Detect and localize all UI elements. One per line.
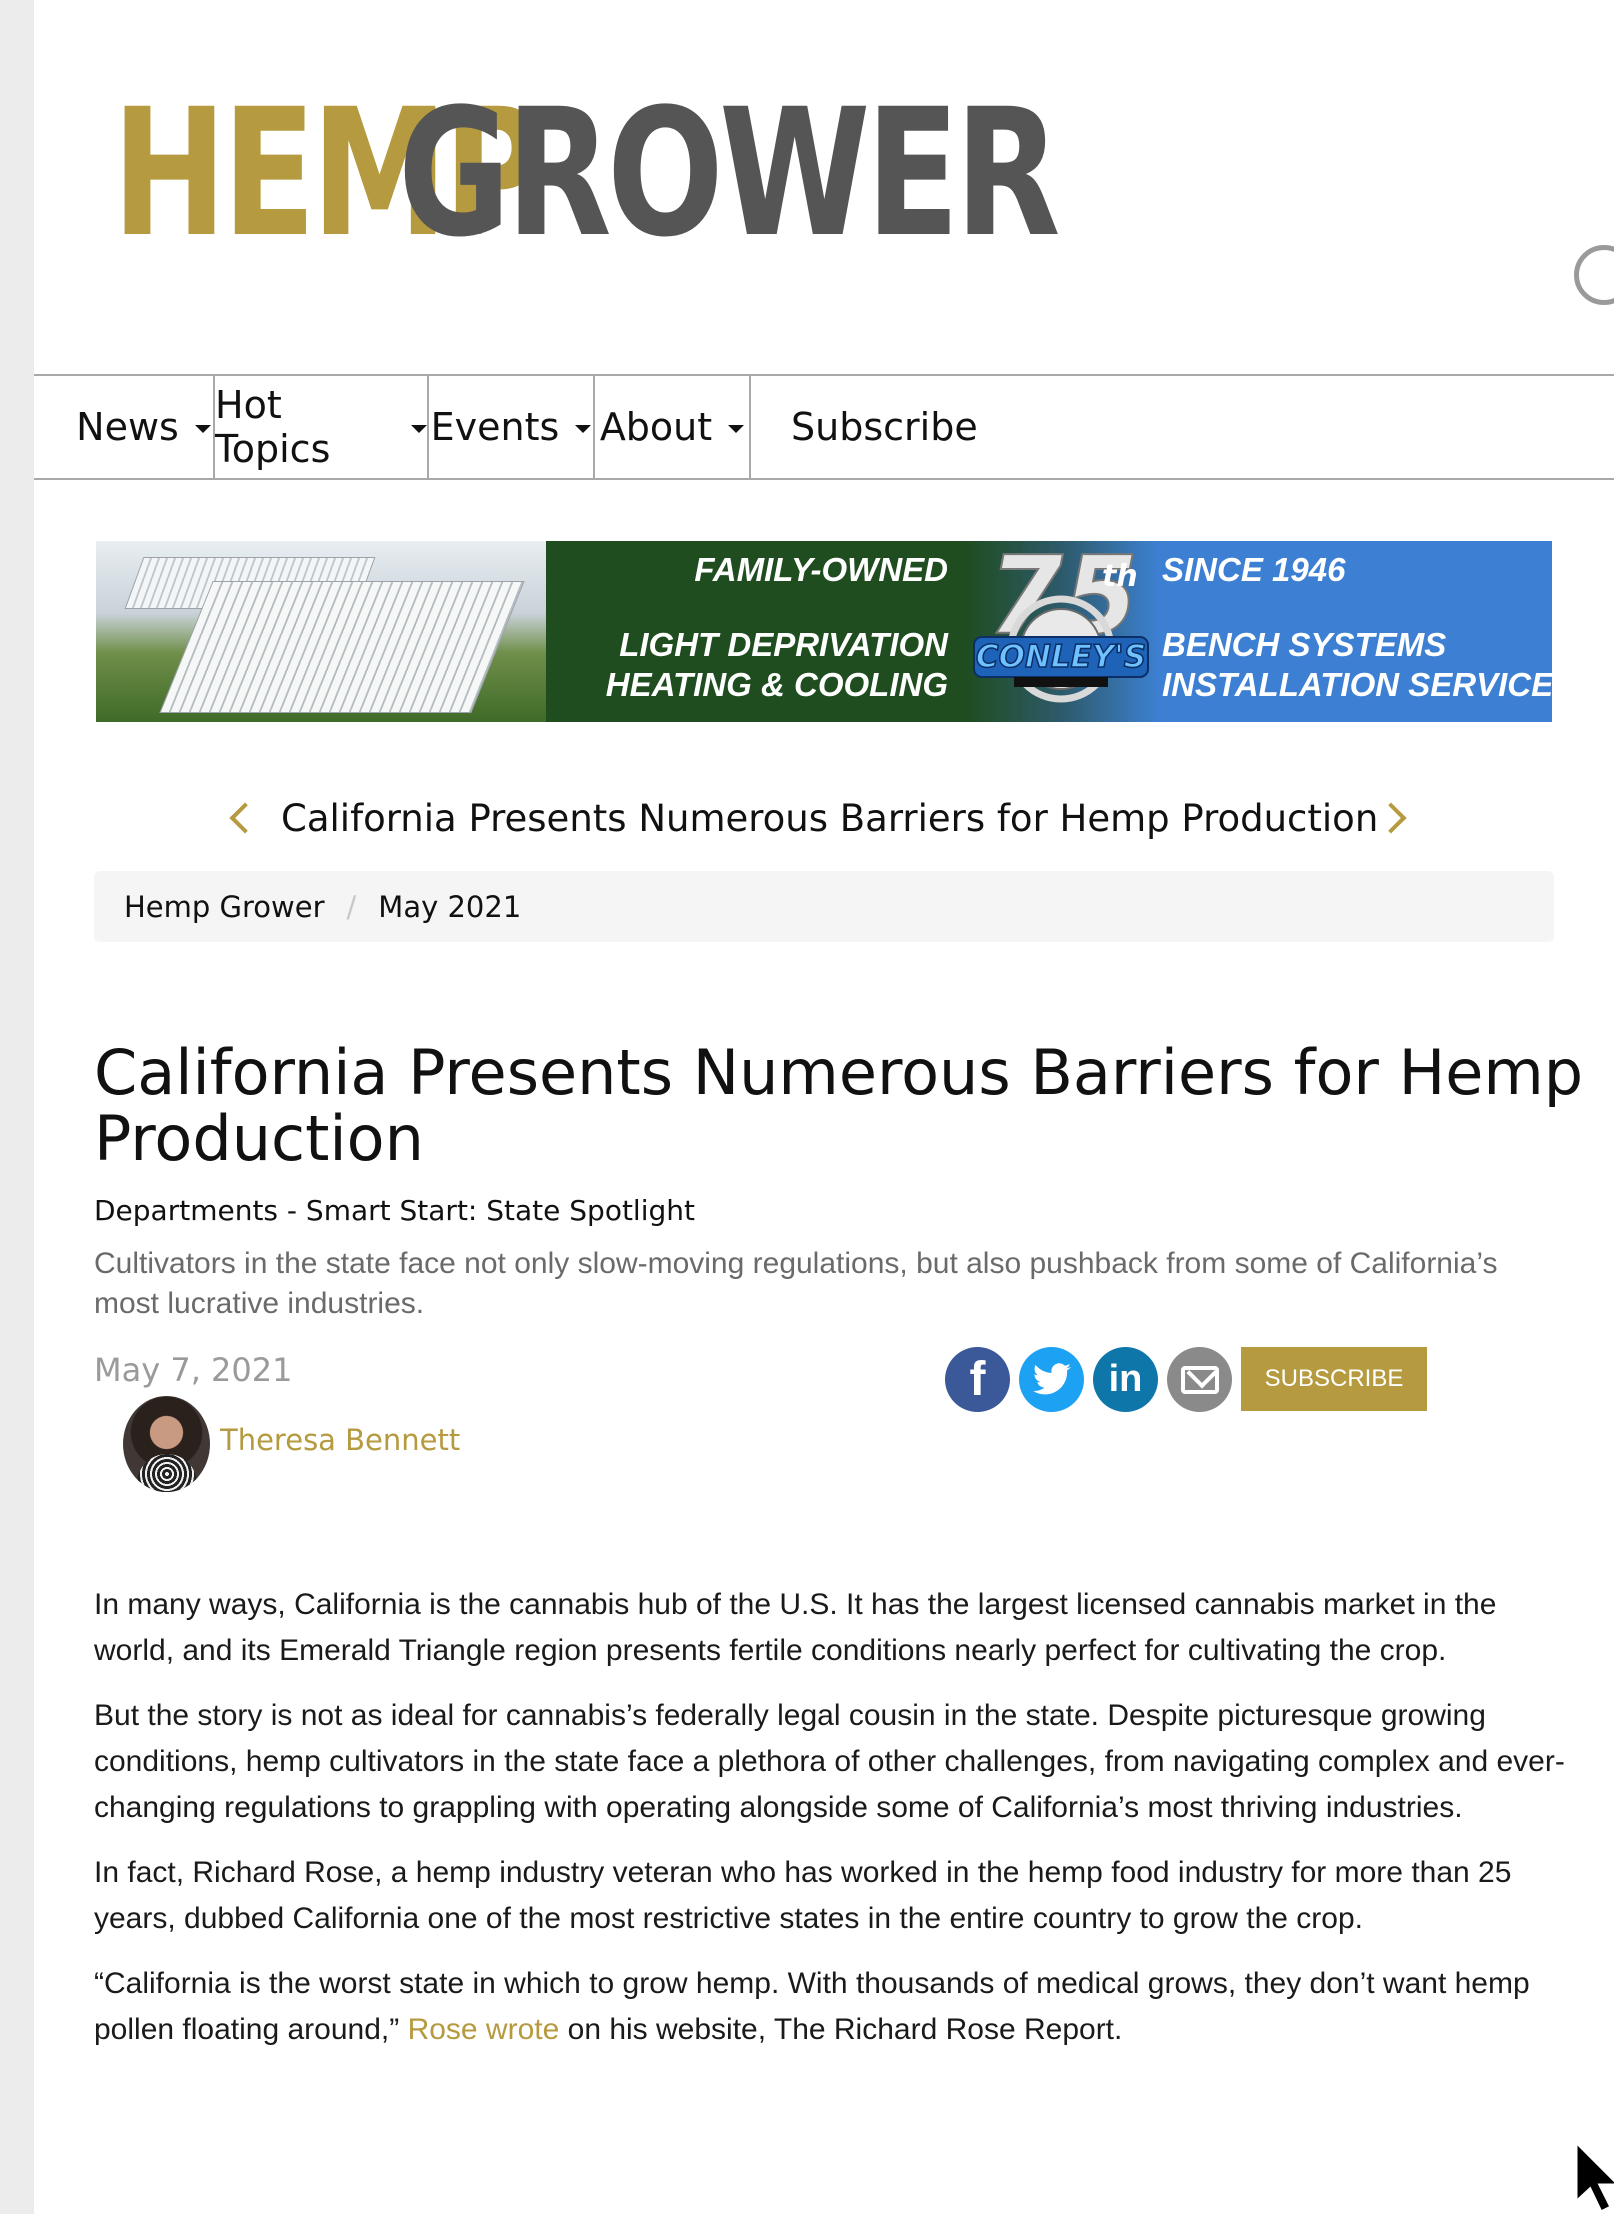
conleys-logo-icon: 75 th CONLEY'S [973,541,1149,703]
article-date: May 7, 2021 [94,1351,293,1389]
nav-news-label: News [76,405,179,449]
article-quote-paragraph: “California is the worst state in which … [94,1961,1584,2053]
twitter-bird-icon [1032,1362,1071,1394]
banner-installation-services: INSTALLATION SERVICES [1162,666,1552,703]
article-department[interactable]: Departments - Smart Start: State Spotlig… [94,1194,695,1227]
author-name-link[interactable]: Theresa Bennett [220,1423,460,1457]
nav-subscribe[interactable]: Subscribe [751,376,1011,478]
quote-text-after: on his website, The Richard Rose Report. [559,2013,1123,2046]
banner-light-deprivation: LIGHT DEPRIVATION [619,626,948,663]
envelope-icon [1180,1365,1219,1394]
article-paragraph: In many ways, California is the cannabis… [94,1588,1497,1667]
nav-about[interactable]: About [595,376,751,478]
breadcrumb-item-issue[interactable]: May 2021 [378,890,521,924]
chevron-left-icon[interactable] [224,795,254,845]
rose-wrote-link[interactable]: Rose wrote [408,2013,560,2046]
conleys-75th-emblem: 75 th CONLEY'S [966,541,1156,722]
linkedin-share-icon[interactable]: in [1093,1347,1158,1412]
greenhouse-photo [96,541,546,722]
nav-about-label: About [599,405,713,449]
facebook-share-icon[interactable]: f [945,1347,1010,1412]
left-gutter [0,0,34,2214]
banner-bench-systems: BENCH SYSTEMS [1162,626,1447,663]
banner-since-1946: SINCE 1946 [1162,551,1346,588]
article-title: California Presents Numerous Barriers fo… [94,1036,1584,1175]
banner-heating-cooling: HEATING & COOLING [605,666,948,703]
logo-grower-text: GROWER [397,70,1061,276]
breadcrumb-separator: / [346,889,357,924]
svg-text:CONLEY'S: CONLEY'S [976,639,1146,675]
hemp-grower-logo[interactable]: HEMP GROWER [112,71,1241,276]
banner-green-panel: FAMILY-OWNED LIGHT DEPRIVATION HEATING &… [546,541,966,722]
nav-hot-topics[interactable]: Hot Topics [215,376,429,478]
subscribe-button[interactable]: SUBSCRIBE [1241,1347,1427,1411]
caret-down-icon [194,425,211,433]
banner-family-owned: FAMILY-OWNED [694,551,948,588]
author-avatar[interactable] [123,1396,210,1492]
banner-blue-panel: SINCE 1946 BENCH SYSTEMS INSTALLATION SE… [1156,541,1552,722]
nav-events-label: Events [430,405,560,449]
nav-subscribe-label: Subscribe [791,405,978,449]
caret-down-icon [728,425,745,433]
twitter-share-icon[interactable] [1019,1347,1084,1412]
nav-hot-topics-label: Hot Topics [215,383,331,471]
nav-events[interactable]: Events [429,376,595,478]
caret-down-icon [411,425,427,433]
breadcrumb: Hemp Grower / May 2021 [94,871,1554,942]
svg-text:th: th [1102,559,1138,594]
article-paragraph: But the story is not as ideal for cannab… [94,1699,1565,1824]
chevron-right-icon[interactable] [1380,795,1410,845]
article-deck: Cultivators in the state face not only s… [94,1247,1498,1320]
article-pager-title[interactable]: California Presents Numerous Barriers fo… [281,797,1378,840]
nav-news[interactable]: News [34,376,215,478]
main-nav: News Hot Topics Events About Subscribe [34,374,1614,480]
article-body: In many ways, California is the cannabis… [94,1582,1584,2072]
email-share-icon[interactable] [1167,1347,1232,1412]
article-paragraph: In fact, Richard Rose, a hemp industry v… [94,1856,1512,1935]
twitter-icon[interactable] [1574,245,1614,305]
conleys-ad-banner[interactable]: FAMILY-OWNED LIGHT DEPRIVATION HEATING &… [96,541,1552,722]
caret-down-icon [575,425,592,433]
page: HEMP GROWER News Hot Topics Events About… [34,0,1614,2214]
breadcrumb-item-hemp-grower[interactable]: Hemp Grower [124,890,325,924]
article-pager: California Presents Numerous Barriers fo… [34,795,1614,845]
